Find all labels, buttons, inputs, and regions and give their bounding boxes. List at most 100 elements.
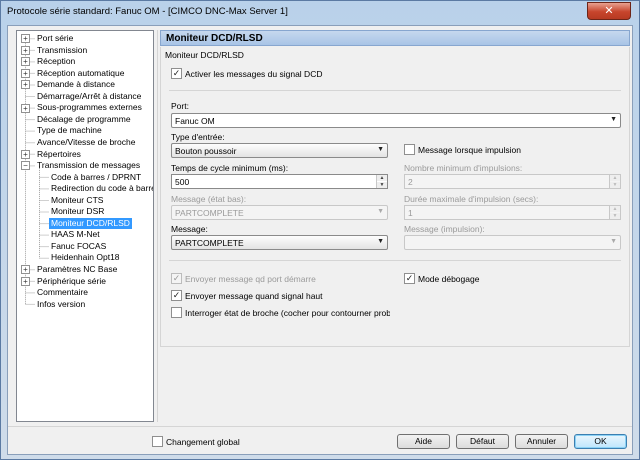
spin-down-icon[interactable]: ▼: [610, 213, 620, 219]
tree-item[interactable]: Transmission: [37, 45, 87, 56]
separator-bottom: [169, 260, 621, 261]
global-change-checkbox[interactable]: [152, 436, 163, 447]
tree-item[interactable]: Code à barres / DPRNT: [51, 172, 141, 183]
input-type-value: Bouton poussoir: [175, 146, 237, 156]
max-pulse-value: 1: [408, 208, 413, 218]
spin-up-icon[interactable]: ▲: [610, 175, 620, 181]
tree-item[interactable]: Port série: [37, 33, 73, 44]
tree-item[interactable]: Réception: [37, 56, 75, 67]
query-spindle-checkbox[interactable]: [171, 307, 182, 318]
chevron-down-icon: ▼: [377, 146, 384, 153]
chevron-down-icon: ▼: [377, 238, 384, 245]
help-button[interactable]: Aide: [397, 434, 450, 449]
tree-item[interactable]: Transmission de messages: [37, 160, 140, 171]
tree-item[interactable]: Heidenhain Opt18: [51, 252, 120, 263]
send-on-start-checkbox[interactable]: ✓: [171, 273, 182, 284]
tree-item[interactable]: Périphérique série: [37, 276, 106, 287]
collapse-icon[interactable]: −: [21, 161, 30, 171]
tree-item[interactable]: Redirection du code à barres: [51, 183, 153, 194]
tree-item[interactable]: Décalage de programme: [37, 114, 131, 125]
tree-item[interactable]: Fanuc FOCAS: [51, 241, 106, 252]
panel-header: Moniteur DCD/RLSD: [160, 30, 630, 46]
message-low-label: Message (état bas):: [171, 194, 247, 204]
tree-item[interactable]: Infos version: [37, 299, 85, 310]
message-low-value: PARTCOMPLETE: [175, 208, 244, 218]
tree-item[interactable]: HAAS M-Net: [51, 229, 100, 240]
spin-down-icon[interactable]: ▼: [377, 182, 387, 188]
message-pulse-label: Message (impulsion):: [404, 224, 485, 234]
chevron-down-icon: ▼: [377, 208, 384, 215]
tree-item[interactable]: Avance/Vitesse de broche: [37, 137, 135, 148]
expand-icon[interactable]: +: [21, 45, 30, 55]
spin-down-icon[interactable]: ▼: [610, 182, 620, 188]
min-pulses-value: 2: [408, 177, 413, 187]
dialog-client-area: + Port série + Transmission + Réception + Récep…: [7, 25, 633, 455]
expand-icon[interactable]: +: [21, 68, 30, 78]
settings-panel: Moniteur DCD/RLSD Moniteur DCD/RLSD ✓ Ac…: [160, 30, 630, 422]
tree-item[interactable]: Répertoires: [37, 149, 81, 160]
cancel-button[interactable]: Annuler: [515, 434, 568, 449]
min-pulses-spinner[interactable]: ▲ ▼: [609, 175, 620, 188]
tree-item[interactable]: Moniteur DSR: [51, 206, 104, 217]
title-bar[interactable]: Protocole série standard: Fanuc OM - [CI…: [1, 1, 639, 23]
tree-item[interactable]: Réception automatique: [37, 68, 124, 79]
ok-button[interactable]: OK: [574, 434, 627, 449]
expand-icon[interactable]: +: [21, 265, 30, 275]
min-pulses-label: Nombre minimum d'impulsions:: [404, 163, 523, 173]
max-pulse-spinner[interactable]: ▲ ▼: [609, 206, 620, 219]
query-spindle-label: Interroger état de broche (cocher pour c…: [185, 308, 390, 318]
footer-separator: [8, 426, 632, 427]
expand-icon[interactable]: +: [21, 34, 30, 44]
message-on-pulse-checkbox[interactable]: [404, 144, 415, 155]
send-high-label: Envoyer message quand signal haut: [185, 291, 323, 301]
tree-item[interactable]: Demande à distance: [37, 79, 115, 90]
min-cycle-value: 500: [175, 177, 190, 187]
port-select[interactable]: Fanuc OM ▼: [171, 113, 621, 128]
group-label: Moniteur DCD/RLSD: [165, 50, 244, 60]
spin-up-icon[interactable]: ▲: [377, 175, 387, 181]
spin-up-icon[interactable]: ▲: [610, 206, 620, 212]
min-cycle-spinner[interactable]: ▲ ▼: [376, 175, 387, 188]
port-label: Port:: [171, 101, 189, 111]
input-type-select[interactable]: Bouton poussoir ▼: [171, 143, 388, 158]
global-change-label: Changement global: [166, 437, 240, 447]
send-high-checkbox[interactable]: ✓: [171, 290, 182, 301]
default-button[interactable]: Défaut: [456, 434, 509, 449]
message-on-pulse-label: Message lorsque impulsion: [418, 145, 521, 155]
separator-top: [169, 90, 621, 91]
port-select-value: Fanuc OM: [175, 116, 215, 126]
min-pulses-input[interactable]: 2 ▲ ▼: [404, 174, 621, 189]
chevron-down-icon: ▼: [610, 238, 617, 245]
message-select[interactable]: PARTCOMPLETE ▼: [171, 235, 388, 250]
expand-icon[interactable]: +: [21, 276, 30, 286]
expand-icon[interactable]: +: [21, 57, 30, 67]
min-cycle-label: Temps de cycle minimum (ms):: [171, 163, 289, 173]
message-pulse-select[interactable]: ▼: [404, 235, 621, 250]
input-type-label: Type d'entrée:: [171, 132, 225, 142]
max-pulse-input[interactable]: 1 ▲ ▼: [404, 205, 621, 220]
tree-item[interactable]: Paramètres NC Base: [37, 264, 117, 275]
message-low-select[interactable]: PARTCOMPLETE ▼: [171, 205, 388, 220]
send-on-start-label: Envoyer message qd port démarre: [185, 274, 316, 284]
tree-item[interactable]: Moniteur CTS: [51, 195, 103, 206]
tree-item[interactable]: Commentaire: [37, 287, 88, 298]
chevron-down-icon: ▼: [610, 116, 617, 123]
close-window-button[interactable]: ✕: [587, 2, 631, 20]
tree-item[interactable]: Moniteur DCD/RLSD: [49, 217, 132, 229]
debug-mode-label: Mode débogage: [418, 274, 480, 284]
expand-icon[interactable]: +: [21, 149, 30, 159]
debug-mode-checkbox[interactable]: ✓: [404, 273, 415, 284]
min-cycle-input[interactable]: 500 ▲ ▼: [171, 174, 388, 189]
tree-item[interactable]: Type de machine: [37, 125, 102, 136]
expand-icon[interactable]: +: [21, 103, 30, 113]
tree-item[interactable]: Sous-programmes externes: [37, 102, 142, 113]
dialog-window: Protocole série standard: Fanuc OM - [CI…: [0, 0, 640, 460]
enable-dcd-label: Activer les messages du signal DCD: [185, 69, 323, 79]
settings-tree[interactable]: + Port série + Transmission + Réception + Récep…: [16, 30, 154, 422]
enable-dcd-checkbox[interactable]: ✓: [171, 68, 182, 79]
expand-icon[interactable]: +: [21, 80, 30, 90]
message-label: Message:: [171, 224, 208, 234]
window-title: Protocole série standard: Fanuc OM - [CI…: [7, 6, 288, 17]
vertical-divider: [157, 30, 158, 422]
tree-item[interactable]: Démarrage/Arrêt à distance: [37, 91, 141, 102]
